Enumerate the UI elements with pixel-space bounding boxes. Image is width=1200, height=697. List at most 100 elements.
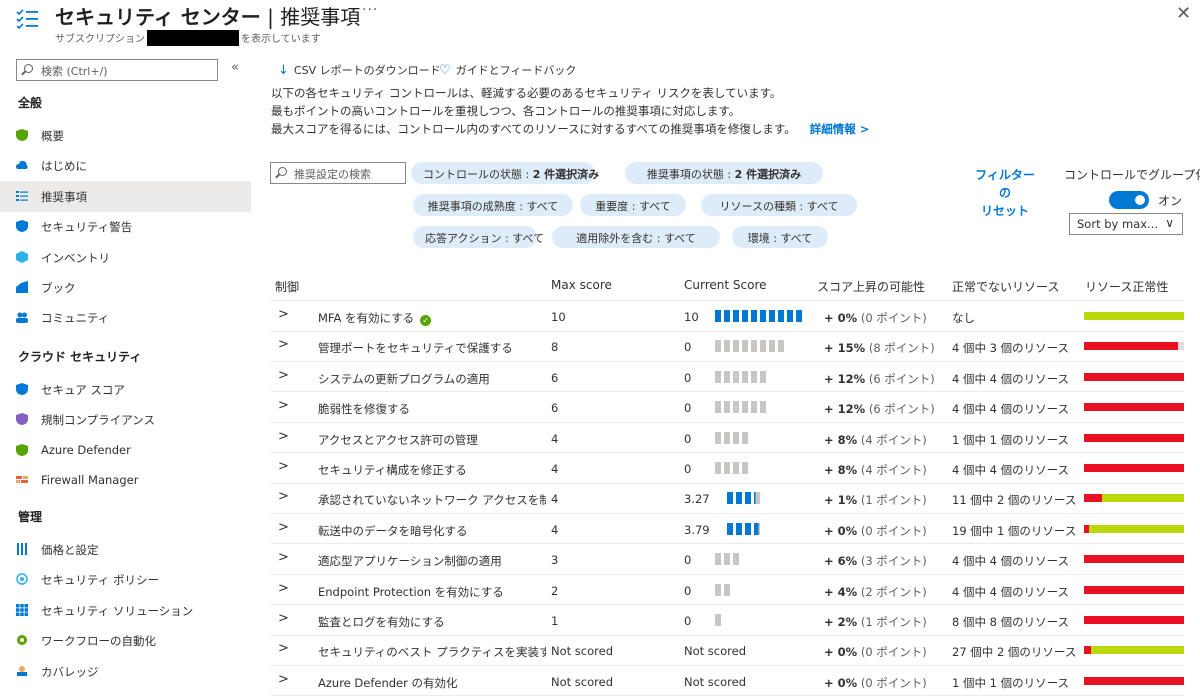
- reset-filters-link[interactable]: フィルターの リセット: [973, 166, 1037, 220]
- sidebar-item[interactable]: 推奨事項: [0, 180, 251, 212]
- table-row[interactable]: > 管理ポートをセキュリティで保護する 8 0 + 15% (8 ポイント) 4 個中 3…: [270, 331, 1184, 362]
- current-score: Not scored: [684, 644, 747, 659]
- expand-chevron-icon[interactable]: >: [278, 550, 289, 565]
- sidebar-item[interactable]: ブック: [0, 272, 251, 303]
- filter-pill[interactable]: 推奨事項の成熟度 : すべて: [413, 194, 573, 216]
- sidebar-item[interactable]: セキュリティ ポリシー: [0, 564, 251, 595]
- sidebar-item[interactable]: Firewall Manager: [0, 465, 251, 496]
- control-name: Endpoint Protection を有効にする: [318, 584, 504, 599]
- score-segment: [715, 340, 721, 353]
- unhealthy-resources: 19 個中 1 個のリソース: [952, 523, 1077, 538]
- sidebar-item[interactable]: セキュリティ警告: [0, 211, 251, 242]
- description-line-3: 最大スコアを得るには、コントロール内のすべてのリソースに対するすべての推奨事項を…: [271, 122, 870, 136]
- expand-chevron-icon[interactable]: >: [278, 459, 289, 474]
- score-segment: [724, 340, 730, 353]
- col-header-potential-increase[interactable]: スコア上昇の可能性: [817, 278, 925, 295]
- expand-chevron-icon[interactable]: >: [278, 337, 289, 352]
- expand-chevron-icon[interactable]: >: [278, 368, 289, 383]
- subscription-subtitle: サブスクリプション を表示しています: [55, 30, 321, 46]
- table-row[interactable]: > Azure Defender の有効化 Not scored Not scored…: [270, 666, 1184, 697]
- table-row[interactable]: > アクセスとアクセス許可の管理 4 0 + 8% (4 ポイント) 1 個中 1 個のリ…: [270, 423, 1184, 454]
- sidebar-item[interactable]: セキュア スコア: [0, 374, 251, 405]
- sidebar-item[interactable]: ワークフローの自動化: [0, 625, 251, 656]
- expand-chevron-icon[interactable]: >: [278, 641, 289, 656]
- expand-chevron-icon[interactable]: >: [278, 581, 289, 596]
- expand-chevron-icon[interactable]: >: [278, 429, 289, 444]
- col-header-control[interactable]: 制御: [275, 278, 299, 295]
- col-header-unhealthy-resources[interactable]: 正常でないリソース: [952, 278, 1059, 295]
- guides-feedback-button[interactable]: ♡ ガイドとフィードバック: [439, 62, 576, 78]
- learn-more-link[interactable]: 詳細情報 >: [810, 122, 870, 136]
- score-segment: [751, 310, 757, 322]
- control-name: Azure Defender の有効化: [318, 675, 458, 690]
- workflow-icon: [16, 634, 28, 646]
- sidebar-item[interactable]: はじめに: [0, 150, 251, 181]
- sort-dropdown[interactable]: Sort by max... ∨: [1069, 213, 1183, 235]
- filter-pill[interactable]: 環境 : すべて: [732, 226, 828, 248]
- table-row[interactable]: > 適応型アプリケーション制御の適用 3 0 + 6% (3 ポイント) 4 個中 4 個…: [270, 544, 1184, 575]
- current-score: 0: [684, 553, 692, 568]
- filter-pill-label: 重要度 : すべて: [595, 200, 671, 213]
- download-csv-button[interactable]: ↓ CSV レポートのダウンロード: [278, 62, 441, 78]
- score-segment: [751, 370, 757, 383]
- sidebar-item[interactable]: Azure Defender: [0, 435, 251, 466]
- filter-pill[interactable]: リソースの種類 : すべて: [701, 194, 857, 216]
- score-segment: [733, 340, 739, 353]
- score-segment: [724, 310, 730, 322]
- policy-icon: [16, 573, 28, 586]
- table-row[interactable]: > Endpoint Protection を有効にする 2 0 + 4% (2 ポイン…: [270, 575, 1184, 606]
- score-segment: [715, 614, 721, 626]
- sidebar-item[interactable]: 概要: [0, 120, 251, 151]
- resource-health-bar: [1084, 494, 1184, 503]
- col-header-resource-health[interactable]: リソース正常性: [1085, 278, 1168, 295]
- sidebar-search-input[interactable]: 検索 (Ctrl+/): [16, 59, 218, 81]
- recommendation-search-input[interactable]: 推奨設定の検索: [270, 162, 406, 184]
- sidebar-item-label: カバレッジ: [41, 664, 99, 679]
- expand-chevron-icon[interactable]: >: [278, 489, 289, 504]
- unhealthy-resources: 4 個中 4 個のリソース: [952, 554, 1070, 569]
- group-by-toggle[interactable]: [1109, 191, 1149, 209]
- sidebar-item[interactable]: カバレッジ: [0, 656, 251, 687]
- table-row[interactable]: > セキュリティのベスト プラクティスを実装する Not scored Not sco…: [270, 635, 1184, 666]
- filter-pill[interactable]: 推奨事項の状態 : 2 件選択済み: [625, 162, 823, 184]
- table-row[interactable]: > セキュリティ構成を修正する 4 0 + 8% (4 ポイント) 4 個中 4 個のリソ…: [270, 453, 1184, 484]
- table-row[interactable]: > 監査とログを有効にする 1 0 + 2% (1 ポイント) 8 個中 8 個のリソース: [270, 605, 1184, 636]
- col-header-current-score[interactable]: Current Score: [684, 278, 767, 292]
- max-score: 4: [551, 492, 559, 507]
- more-options-button[interactable]: ···: [362, 2, 378, 18]
- expand-chevron-icon[interactable]: >: [278, 611, 289, 626]
- resource-health-bar: [1084, 403, 1184, 412]
- col-header-max-score[interactable]: Max score: [551, 278, 612, 292]
- secure-score-shield-icon: [16, 383, 28, 395]
- sidebar-item[interactable]: セキュリティ ソリューション: [0, 595, 251, 626]
- unhealthy-segment: [1084, 403, 1184, 412]
- table-row[interactable]: > システムの更新プログラムの適用 6 0 + 12% (6 ポイント) 4 個中 4 個…: [270, 362, 1184, 393]
- close-button[interactable]: ✕: [1176, 3, 1191, 24]
- filter-pill-label: リソースの種類 : すべて: [719, 200, 839, 213]
- filter-pill[interactable]: 重要度 : すべて: [580, 194, 686, 216]
- expand-chevron-icon[interactable]: >: [278, 398, 289, 413]
- main-content: ↓ CSV レポートのダウンロード ♡ ガイドとフィードバック 以下の各セキュリティ…: [251, 52, 1200, 697]
- table-row[interactable]: > 転送中のデータを暗号化する 4 3.79 + 0% (0 ポイント) 19 個中 1 …: [270, 514, 1184, 545]
- sidebar-item[interactable]: コミュニティ: [0, 302, 251, 333]
- page-title: セキュリティ センター | 推奨事項: [55, 5, 361, 29]
- table-row[interactable]: > 脆弱性を修復する 6 0 + 12% (6 ポイント) 4 個中 4 個のリソース: [270, 392, 1184, 423]
- control-name: MFA を有効にする ✓: [318, 310, 432, 326]
- expand-chevron-icon[interactable]: >: [278, 672, 289, 687]
- sidebar-item[interactable]: 規制コンプライアンス: [0, 404, 251, 435]
- collapse-sidebar-button[interactable]: «: [231, 60, 239, 75]
- potential-increase: + 8% (4 ポイント): [824, 463, 927, 477]
- expand-chevron-icon[interactable]: >: [278, 307, 289, 322]
- expand-chevron-icon[interactable]: >: [278, 520, 289, 535]
- score-segment: [733, 431, 739, 444]
- sidebar-item[interactable]: インベントリ: [0, 242, 251, 273]
- filter-pill[interactable]: 適用除外を含む : すべて: [552, 226, 720, 248]
- table-row[interactable]: > MFA を有効にする ✓ 10 10 + 0% (0 ポイント) なし: [270, 301, 1184, 332]
- people-icon: [16, 311, 28, 324]
- table-row[interactable]: > 承認されていないネットワーク アクセスを制限す 4 3.27 + 1% (1 ポイン…: [270, 483, 1184, 514]
- control-name: 転送中のデータを暗号化する: [318, 523, 468, 538]
- filter-pill[interactable]: 応答アクション : すべて: [413, 226, 544, 248]
- filter-pill[interactable]: コントロールの状態 : 2 件選択済み: [411, 162, 599, 184]
- sidebar-item[interactable]: 価格と設定: [0, 534, 251, 565]
- current-score: 10: [684, 310, 699, 324]
